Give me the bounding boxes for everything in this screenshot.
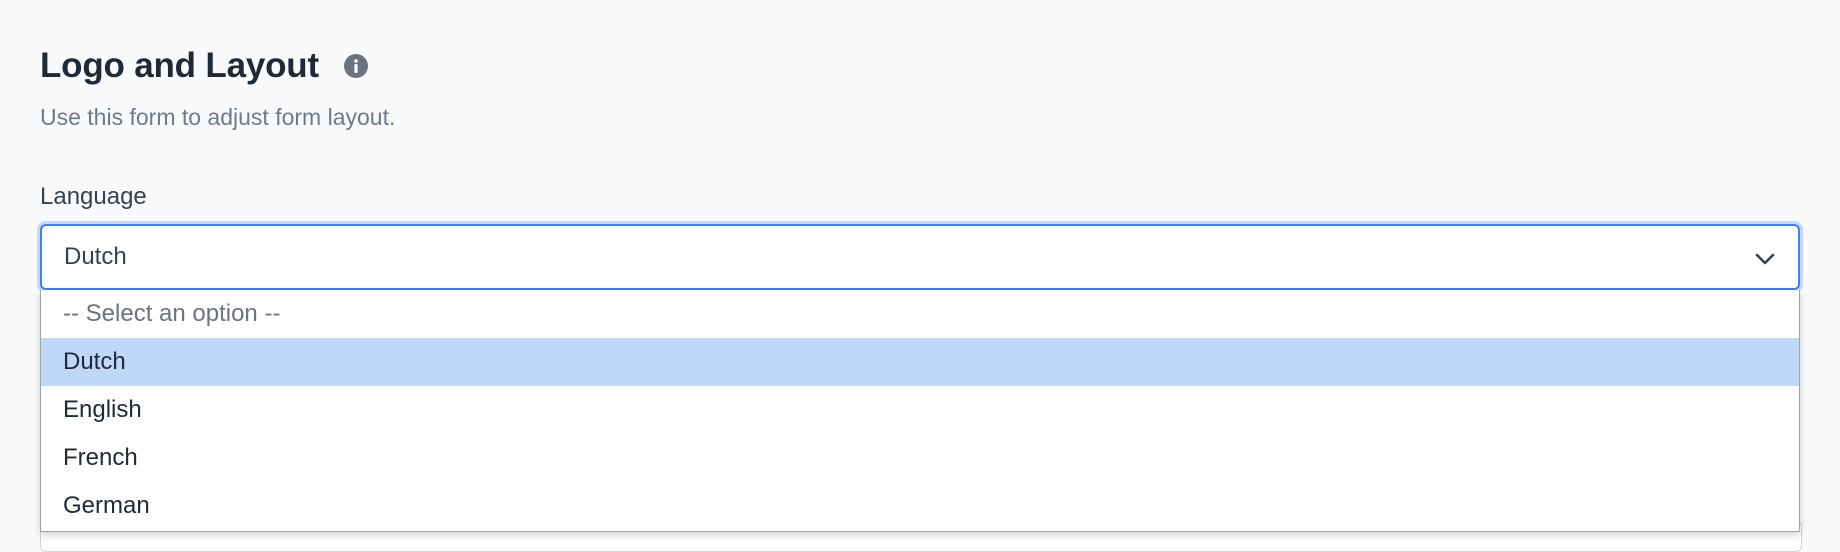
language-option-german[interactable]: German (41, 482, 1799, 530)
language-option-french[interactable]: French (41, 434, 1799, 482)
info-icon[interactable] (343, 53, 369, 79)
logo-layout-panel: Logo and Layout Use this form to adjust … (40, 0, 1802, 552)
language-option-dutch[interactable]: Dutch (41, 338, 1799, 386)
language-option-placeholder[interactable]: -- Select an option -- (41, 290, 1799, 338)
chevron-down-icon[interactable] (1754, 248, 1776, 270)
title-row: Logo and Layout (40, 44, 369, 88)
page-title: Logo and Layout (40, 46, 319, 85)
language-dropdown-list: -- Select an option -- Dutch English Fre… (40, 290, 1800, 532)
language-select[interactable]: Dutch (40, 224, 1800, 290)
page-subtitle: Use this form to adjust form layout. (40, 104, 396, 130)
language-select-value: Dutch (64, 243, 127, 270)
language-option-english[interactable]: English (41, 386, 1799, 434)
language-label: Language (40, 183, 147, 210)
